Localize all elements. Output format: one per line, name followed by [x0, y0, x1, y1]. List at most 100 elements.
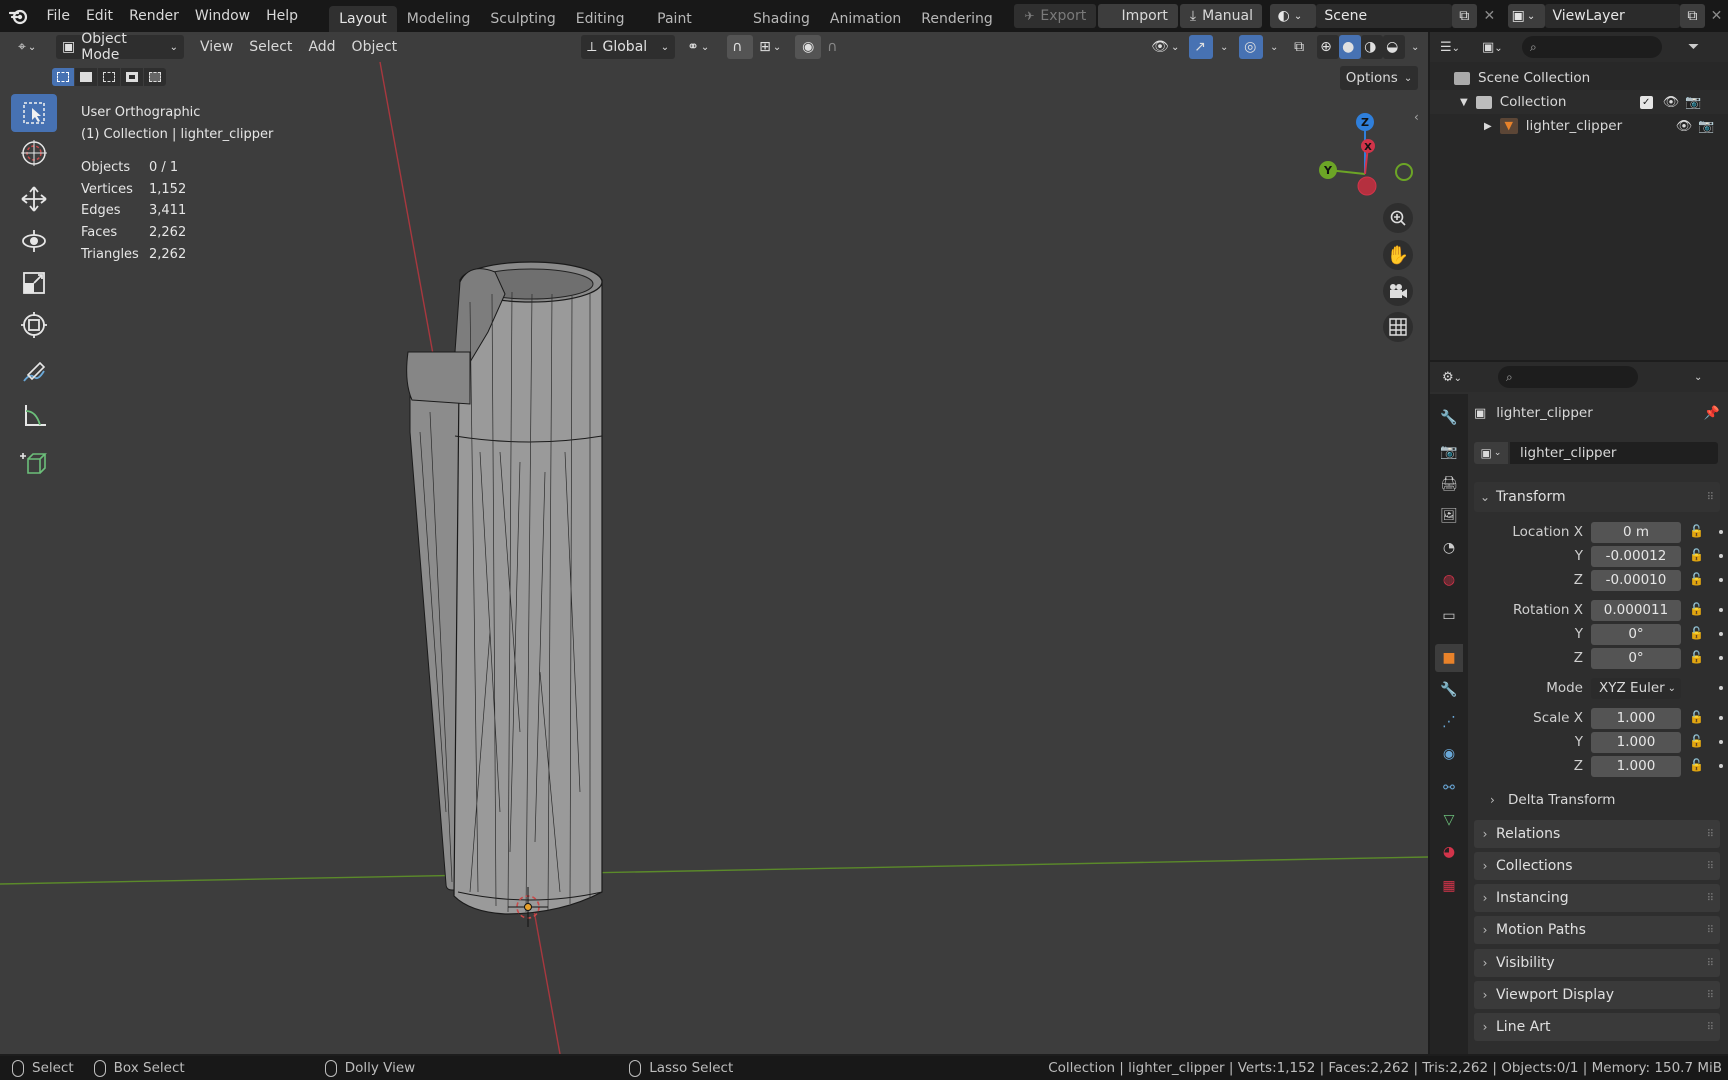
import-button[interactable]: Import: [1098, 4, 1178, 28]
shading-solid[interactable]: ●: [1339, 35, 1362, 59]
expand-arrow-icon[interactable]: ▼: [1460, 97, 1468, 108]
material-tab-icon[interactable]: ◕: [1435, 838, 1463, 866]
rotation-x-field[interactable]: 0.000011: [1591, 599, 1681, 621]
scale-z-field[interactable]: 1.000: [1591, 755, 1681, 777]
navigation-gizmo[interactable]: Z Y X: [1310, 102, 1420, 212]
keyframe-dot[interactable]: [1719, 578, 1723, 582]
3d-viewport[interactable]: ⌖ ⌄ ▣ Object Mode ⌄ View Select Add Objec…: [0, 32, 1428, 1054]
tool-annotate[interactable]: [11, 354, 57, 392]
gizmo-toggle[interactable]: ↗: [1189, 35, 1214, 59]
properties-editor-type[interactable]: ⚙⌄: [1442, 370, 1476, 385]
lock-icon[interactable]: 🔓: [1689, 710, 1707, 726]
tool-cursor[interactable]: [11, 134, 57, 172]
lock-icon[interactable]: 🔓: [1689, 626, 1707, 642]
texture-tab-icon[interactable]: ▦: [1435, 872, 1463, 900]
rotation-mode-dropdown[interactable]: XYZ Euler ⌄: [1591, 677, 1681, 699]
shading-dropdown[interactable]: ⌄: [1405, 42, 1425, 53]
rotation-y-field[interactable]: 0°: [1591, 623, 1681, 645]
outliner-row-object[interactable]: ▶ ▼ lighter_clipper 👁 📷: [1430, 114, 1728, 138]
menu-file[interactable]: File: [39, 1, 78, 31]
delete-scene-icon[interactable]: ✕: [1477, 8, 1502, 24]
options-button[interactable]: Options ⌄: [1340, 66, 1418, 90]
lock-icon[interactable]: 🔓: [1689, 572, 1707, 588]
location-x-field[interactable]: 0 m: [1591, 521, 1681, 543]
overlay-toggle[interactable]: ◎: [1239, 35, 1264, 59]
constraints-tab-icon[interactable]: ⚯: [1435, 774, 1463, 802]
menu-edit[interactable]: Edit: [78, 1, 121, 31]
viewport-display-panel-header[interactable]: › Viewport Display ⠿: [1474, 981, 1720, 1009]
menu-object[interactable]: Object: [344, 39, 406, 55]
select-intersect-icon[interactable]: [144, 68, 166, 86]
delete-view-layer-icon[interactable]: ✕: [1705, 8, 1728, 24]
tab-rendering[interactable]: Rendering: [911, 6, 1003, 32]
snap-toggle[interactable]: ∩: [727, 35, 754, 59]
filter-icon[interactable]: ⏷: [1688, 39, 1699, 55]
tool-transform[interactable]: [11, 306, 57, 344]
falloff-dropdown[interactable]: ∩: [821, 35, 855, 59]
properties-options-dropdown[interactable]: ⌄: [1694, 372, 1702, 383]
visibility-dropdown[interactable]: 👁 ⌄: [1145, 35, 1181, 59]
view-layer-tab-icon[interactable]: 🖼: [1435, 502, 1463, 530]
location-y-field[interactable]: -0.00012: [1591, 545, 1681, 567]
delta-transform-header[interactable]: › Delta Transform: [1490, 789, 1615, 811]
scene-selector[interactable]: ◐ ⌄: [1269, 4, 1317, 28]
zoom-button[interactable]: [1383, 203, 1413, 233]
editor-type-button[interactable]: ⌖ ⌄: [12, 35, 48, 59]
object-name-field[interactable]: lighter_clipper: [1510, 442, 1718, 464]
menu-render[interactable]: Render: [121, 1, 187, 31]
view-layer-selector[interactable]: ▣ ⌄: [1507, 4, 1545, 28]
rotation-z-field[interactable]: 0°: [1591, 647, 1681, 669]
sidebar-toggle-icon[interactable]: ‹: [1414, 110, 1419, 124]
visibility-panel-header[interactable]: › Visibility ⠿: [1474, 949, 1720, 977]
shading-material[interactable]: ◑: [1361, 35, 1384, 59]
tab-uv-editing[interactable]: UV Editing: [566, 0, 647, 32]
tool-move[interactable]: [11, 180, 57, 218]
scale-y-field[interactable]: 1.000: [1591, 731, 1681, 753]
ortho-toggle-button[interactable]: [1383, 312, 1413, 342]
world-tab-icon[interactable]: ◍: [1435, 566, 1463, 594]
modifier-tab-icon[interactable]: 🔧: [1435, 676, 1463, 704]
select-subtract-icon[interactable]: [98, 68, 120, 86]
shading-rendered[interactable]: ◒: [1383, 35, 1406, 59]
new-scene-icon[interactable]: ⧉: [1451, 4, 1477, 28]
render-tab-icon[interactable]: 📷: [1435, 438, 1463, 466]
lock-icon[interactable]: 🔓: [1689, 650, 1707, 666]
outliner-row-scene-collection[interactable]: Scene Collection: [1430, 66, 1728, 90]
tab-modeling[interactable]: Modeling: [397, 6, 481, 32]
scene-name-field[interactable]: Scene: [1316, 4, 1452, 28]
exclude-checkbox[interactable]: ✓: [1639, 95, 1653, 109]
keyframe-dot[interactable]: [1719, 716, 1723, 720]
menu-select[interactable]: Select: [241, 39, 300, 55]
collections-panel-header[interactable]: › Collections ⠿: [1474, 852, 1720, 880]
keyframe-dot[interactable]: [1719, 764, 1723, 768]
tab-layout[interactable]: Layout: [329, 6, 397, 32]
object-tab-icon[interactable]: ■: [1435, 644, 1463, 672]
lock-icon[interactable]: 🔓: [1689, 524, 1707, 540]
pivot-dropdown[interactable]: ⚭ ⌄: [681, 35, 723, 59]
tab-sculpting[interactable]: Sculpting: [480, 6, 565, 32]
tool-measure[interactable]: [11, 396, 57, 434]
select-extend-icon[interactable]: [75, 68, 97, 86]
output-tab-icon[interactable]: 🖨: [1435, 470, 1463, 498]
transform-panel-header[interactable]: ⌄ Transform ⠿: [1474, 482, 1720, 512]
outliner-editor-type[interactable]: ☰⌄: [1440, 40, 1474, 55]
keyframe-dot[interactable]: [1719, 554, 1723, 558]
lock-icon[interactable]: 🔓: [1689, 734, 1707, 750]
lock-icon[interactable]: 🔓: [1689, 548, 1707, 564]
keyframe-dot[interactable]: [1719, 656, 1723, 660]
lock-icon[interactable]: 🔓: [1689, 602, 1707, 618]
keyframe-dot[interactable]: [1719, 632, 1723, 636]
view-layer-field[interactable]: ViewLayer: [1544, 4, 1680, 28]
location-z-field[interactable]: -0.00010: [1591, 569, 1681, 591]
instancing-panel-header[interactable]: › Instancing ⠿: [1474, 884, 1720, 912]
snap-target-dropdown[interactable]: ⊞ ⌄: [753, 35, 787, 59]
camera-view-button[interactable]: [1383, 276, 1413, 306]
xray-toggle[interactable]: ⧉: [1289, 35, 1313, 59]
manual-button[interactable]: ⤓ Manual: [1179, 4, 1262, 28]
tool-tab-icon[interactable]: 🔧: [1435, 404, 1463, 432]
tool-add-cube[interactable]: [11, 444, 57, 482]
menu-window[interactable]: Window: [187, 1, 258, 31]
outliner-row-collection[interactable]: ▼ Collection ✓ 👁 📷: [1430, 90, 1728, 114]
expand-arrow-icon[interactable]: ▶: [1484, 121, 1492, 132]
pan-button[interactable]: ✋: [1383, 240, 1413, 270]
